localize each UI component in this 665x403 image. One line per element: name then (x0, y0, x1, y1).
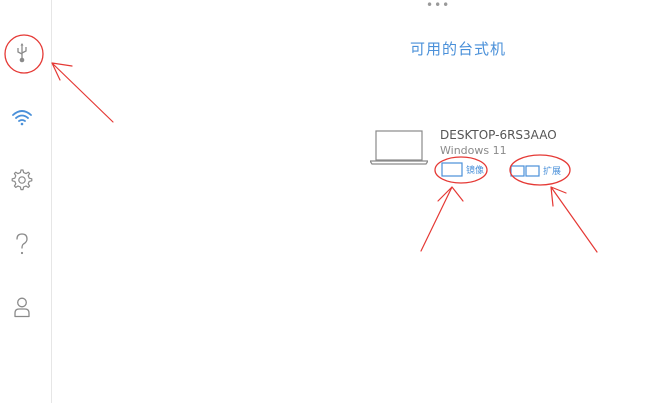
page-title: 可用的台式机 (410, 40, 507, 58)
device-name: DESKTOP-6RS3AAO (440, 128, 557, 142)
laptop-icon (370, 130, 428, 165)
more-options-icon[interactable]: ••• (426, 0, 450, 11)
extend-label: 扩展 (543, 167, 562, 177)
mirror-button[interactable]: 镜像 (441, 162, 484, 177)
question-icon (16, 233, 28, 255)
user-icon (14, 297, 30, 318)
sidebar-item-help[interactable] (7, 229, 37, 259)
annotation-arrow-extend (550, 186, 598, 253)
mirror-label: 镜像 (466, 166, 485, 176)
sidebar-item-account[interactable] (7, 292, 37, 322)
sidebar-item-wifi[interactable] (7, 102, 37, 132)
extend-button[interactable]: 扩展 (510, 164, 561, 177)
extend-icon (510, 164, 540, 177)
wifi-icon (12, 110, 32, 126)
sidebar (0, 0, 52, 403)
device-os: Windows 11 (440, 144, 507, 157)
gear-icon (11, 169, 33, 191)
annotation-arrow-mirror (420, 186, 464, 252)
sidebar-item-settings[interactable] (7, 165, 37, 195)
sidebar-item-usb[interactable] (7, 38, 37, 68)
mirror-icon (441, 162, 463, 177)
annotation-arrow-usb (51, 62, 114, 123)
annotation-overlay (4, 34, 598, 253)
usb-icon (17, 43, 27, 63)
